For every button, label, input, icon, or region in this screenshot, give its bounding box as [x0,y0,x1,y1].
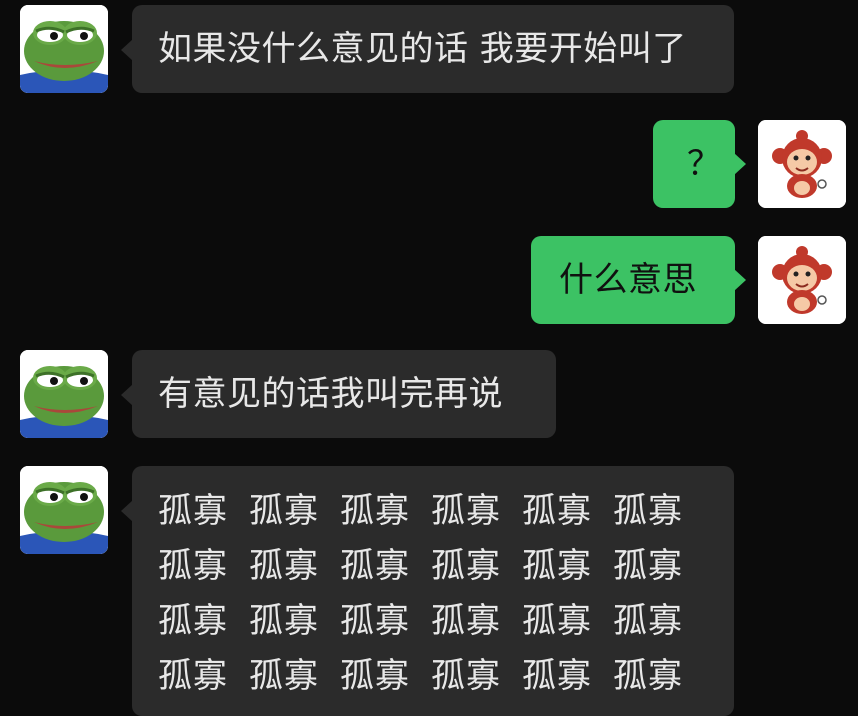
repeated-word-grid: 孤寡 孤寡 孤寡 孤寡 孤寡 孤寡 孤寡 孤寡 孤寡 孤寡 孤寡 孤寡 孤寡 孤… [158,488,734,700]
word: 孤寡 [522,656,592,696]
word: 孤寡 [431,491,501,531]
word: 孤寡 [613,491,683,531]
pepe-frog-icon [20,5,108,93]
message-text: 有意见的话我叫完再说 [158,374,503,414]
pepe-frog-avatar[interactable] [20,466,108,554]
pepe-frog-avatar[interactable] [20,350,108,438]
word: 孤寡 [158,491,228,531]
monkey-icon [758,120,846,208]
pepe-frog-avatar[interactable] [20,5,108,93]
word: 孤寡 [431,546,501,586]
message-text: 什么意思 [559,260,697,300]
word: 孤寡 [522,491,592,531]
word: 孤寡 [249,491,319,531]
monkey-avatar[interactable] [758,120,846,208]
pepe-frog-icon [20,466,108,554]
word: 孤寡 [249,656,319,696]
message-bubble[interactable]: 有意见的话我叫完再说 [121,350,556,438]
word: 孤寡 [249,601,319,641]
chat-area: 如果没什么意见的话 我要开始叫了 ？ 什么意思 有意见的话我叫完再说 孤寡 孤寡… [0,0,858,716]
message-text: 如果没什么意见的话 我要开始叫了 [158,29,687,69]
message-bubble[interactable]: 孤寡 孤寡 孤寡 孤寡 孤寡 孤寡 孤寡 孤寡 孤寡 孤寡 孤寡 孤寡 孤寡 孤… [121,466,734,716]
message-bubble[interactable]: ？ [653,120,746,208]
word: 孤寡 [431,656,501,696]
word: 孤寡 [431,601,501,641]
word: 孤寡 [613,546,683,586]
word: 孤寡 [522,546,592,586]
monkey-avatar[interactable] [758,236,846,324]
word: 孤寡 [340,656,410,696]
word: 孤寡 [340,546,410,586]
word: 孤寡 [613,656,683,696]
pepe-frog-icon [20,350,108,438]
word: 孤寡 [158,601,228,641]
message-bubble[interactable]: 如果没什么意见的话 我要开始叫了 [121,5,734,93]
message-text: ？ [687,144,722,184]
word: 孤寡 [158,656,228,696]
message-bubble[interactable]: 什么意思 [531,236,746,324]
word: 孤寡 [613,601,683,641]
word: 孤寡 [522,601,592,641]
word: 孤寡 [249,546,319,586]
monkey-icon [758,236,846,324]
word: 孤寡 [340,601,410,641]
word: 孤寡 [158,546,228,586]
word: 孤寡 [340,491,410,531]
